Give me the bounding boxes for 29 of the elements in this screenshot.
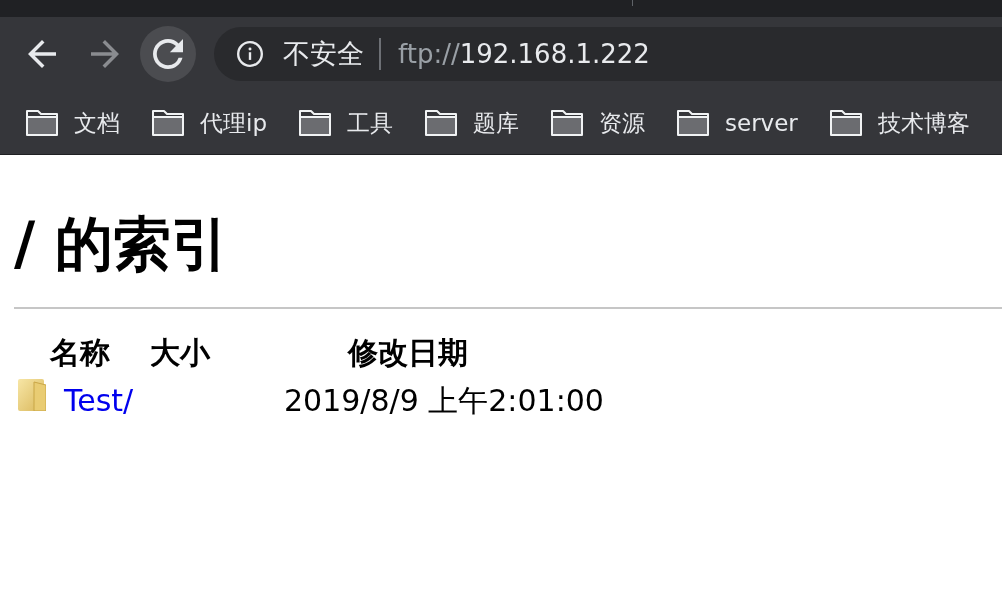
folder-icon — [18, 379, 46, 411]
bookmark-item[interactable]: 资源 — [551, 107, 645, 138]
folder-icon — [551, 109, 583, 136]
url-text[interactable]: ftp://192.168.1.222 — [398, 37, 650, 71]
column-header[interactable]: 名称 — [50, 336, 110, 370]
bookmark-item[interactable]: 题库 — [425, 107, 519, 138]
info-icon[interactable] — [237, 41, 263, 67]
folder-icon — [26, 109, 58, 136]
bookmark-item[interactable]: server — [677, 107, 798, 138]
folder-icon — [829, 109, 862, 136]
page-heading: / 的索引 — [14, 209, 230, 279]
folder-icon — [299, 109, 331, 136]
folder-icon — [425, 109, 457, 136]
address-bar[interactable]: 不安全 ftp://192.168.1.222 — [214, 27, 1002, 81]
bookmark-item[interactable]: 文档 — [26, 107, 120, 138]
column-header[interactable]: 大小 — [150, 336, 210, 370]
bookmark-item[interactable]: 代理ip — [152, 107, 267, 138]
security-label[interactable]: 不安全 — [283, 37, 364, 71]
folder-link[interactable]: Test/ — [64, 384, 134, 418]
bookmark-item[interactable]: 工具 — [299, 107, 393, 138]
back-arrow-icon — [28, 40, 56, 68]
folder-icon — [677, 109, 709, 136]
bookmark-item[interactable]: 技术博客 — [829, 107, 970, 138]
modified-date: 2019/8/9 上午2:01:00 — [284, 383, 604, 418]
column-header[interactable]: 修改日期 — [348, 336, 468, 370]
reload-icon — [153, 39, 183, 69]
folder-icon — [152, 109, 184, 136]
forward-arrow-icon — [91, 40, 119, 68]
reload-button[interactable] — [140, 26, 196, 82]
